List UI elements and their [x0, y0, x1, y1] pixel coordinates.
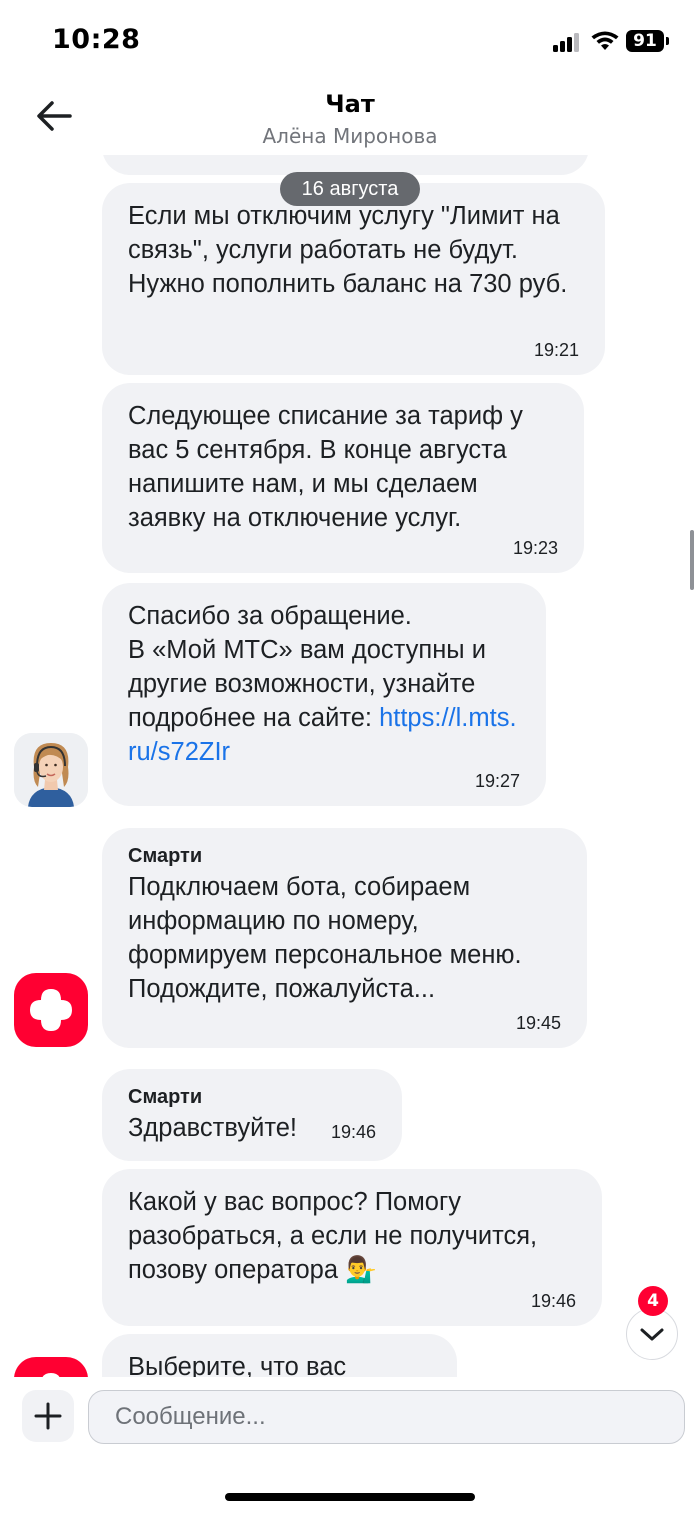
- mts-smarti-logo-icon: [42, 1373, 60, 1377]
- message-bubble: Выберите, что вас: [102, 1334, 457, 1377]
- status-bar: 10:28 91: [0, 0, 700, 80]
- chevron-down-icon: [640, 1328, 664, 1341]
- message-time: 19:45: [515, 1013, 561, 1033]
- message-text: Следующее списание за тариф у вас 5 сент…: [128, 402, 523, 532]
- message-bubble: Если мы отключим услугу "Лимит на связь"…: [102, 183, 605, 375]
- bot-avatar: [14, 973, 88, 1047]
- message-bubble: Следующее списание за тариф у вас 5 сент…: [102, 383, 584, 573]
- date-separator: 16 августа: [280, 172, 420, 206]
- status-time: 10:28: [52, 24, 141, 55]
- message-time: 19:46: [330, 1122, 376, 1142]
- bot-avatar: [14, 1357, 88, 1377]
- message-text: Какой у вас вопрос? Помогу разобраться, …: [128, 1188, 538, 1284]
- cellular-signal-icon: [553, 32, 581, 52]
- battery-indicator: 91: [626, 30, 664, 52]
- mts-smarti-logo-icon: [30, 989, 72, 1031]
- scrollbar[interactable]: [690, 530, 694, 590]
- message-text: Если мы отключим услугу "Лимит на связь"…: [128, 202, 568, 298]
- message-bubble: Смарти Здравствуйте! 19:46: [102, 1069, 402, 1161]
- attach-button[interactable]: [22, 1390, 74, 1442]
- message-time: 19:46: [530, 1291, 576, 1311]
- operator-photo-icon: [14, 733, 88, 807]
- message-text: Спасибо за обращение. В «Мой МТС» вам до…: [128, 599, 520, 769]
- wifi-icon: [591, 31, 619, 50]
- message-bubble: Спасибо за обращение. В «Мой МТС» вам до…: [102, 583, 546, 806]
- page-title: Чат: [325, 90, 375, 118]
- message-input[interactable]: [88, 1390, 685, 1444]
- operator-avatar: [14, 733, 88, 807]
- operator-name: Алёна Миронова: [262, 124, 438, 148]
- plus-icon: [34, 1402, 62, 1430]
- message-text: Подключаем бота, собираем информацию по …: [128, 873, 522, 1003]
- unread-badge: 4: [638, 1286, 668, 1316]
- home-indicator: [225, 1493, 475, 1501]
- message-time: 19:27: [474, 771, 520, 791]
- chat-messages[interactable]: 16 августа Если мы отключим услугу "Лими…: [0, 155, 700, 1377]
- message-composer: [0, 1377, 700, 1515]
- message-sender: Смарти: [128, 845, 203, 867]
- message-time: 19:21: [533, 340, 579, 360]
- message-text: Выберите, что вас: [128, 1353, 347, 1377]
- message-bubble: Какой у вас вопрос? Помогу разобраться, …: [102, 1169, 602, 1326]
- chat-header: Чат Алёна Миронова: [0, 80, 700, 160]
- message-time: 19:23: [512, 538, 558, 558]
- battery-tip: [666, 37, 669, 45]
- message-bubble: Смарти Подключаем бота, собираем информа…: [102, 828, 587, 1048]
- message-sender: Смарти: [128, 1086, 203, 1108]
